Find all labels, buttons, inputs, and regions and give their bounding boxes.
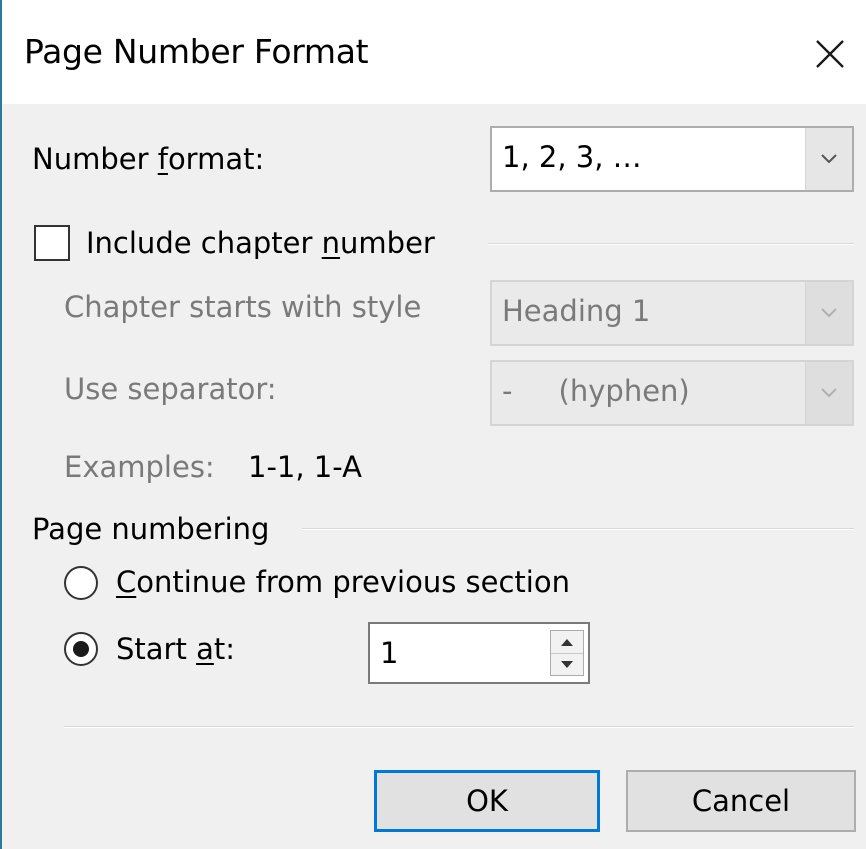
triangle-down-icon [561,660,573,668]
examples-value: 1-1, 1-A [248,450,362,484]
ok-button[interactable]: OK [374,770,600,832]
buttons-divider [64,726,854,728]
page-number-format-dialog: Page Number Format Number format: 1, 2, … [0,0,866,849]
chevron-down-icon [821,154,837,164]
page-numbering-divider [302,528,854,530]
include-chapter-number-label: Include chapter number [86,226,435,260]
dialog-title: Page Number Format [24,32,369,71]
chevron-down-icon [821,308,837,318]
title-bar: Page Number Format [2,0,866,104]
separator-value: - (hyphen) [502,374,690,408]
chapter-style-label: Chapter starts with style [64,290,422,324]
start-at-spinner [550,630,584,676]
start-at-label: Start at: [116,632,235,666]
close-button[interactable] [802,26,858,82]
close-icon [816,40,844,68]
spin-down-button[interactable] [551,653,583,675]
spin-up-button[interactable] [551,631,583,654]
continue-from-previous-label: Continue from previous section [116,565,570,599]
chapter-group-divider [488,243,854,245]
separator-label: Use separator: [64,372,277,406]
chapter-style-select[interactable]: Heading 1 [490,280,854,346]
separator-dropdown-button[interactable] [805,362,852,424]
examples-label: Examples: [64,450,215,484]
chevron-down-icon [821,388,837,398]
cancel-button[interactable]: Cancel [626,770,856,832]
continue-from-previous-radio[interactable] [64,566,98,600]
number-format-value: 1, 2, 3, … [502,140,642,174]
chapter-style-dropdown-button[interactable] [805,282,852,344]
include-chapter-number-checkbox[interactable] [34,225,70,261]
page-numbering-group-label: Page numbering [32,512,270,546]
number-format-label: Number format: [32,142,265,176]
triangle-up-icon [561,638,573,646]
separator-select[interactable]: - (hyphen) [490,360,854,426]
chapter-style-value: Heading 1 [502,294,651,328]
radio-selected-dot [73,641,89,657]
start-at-value: 1 [380,636,399,670]
start-at-number-input[interactable]: 1 [368,622,590,684]
number-format-select[interactable]: 1, 2, 3, … [490,126,854,192]
number-format-dropdown-button[interactable] [805,128,852,190]
start-at-radio[interactable] [64,632,98,666]
